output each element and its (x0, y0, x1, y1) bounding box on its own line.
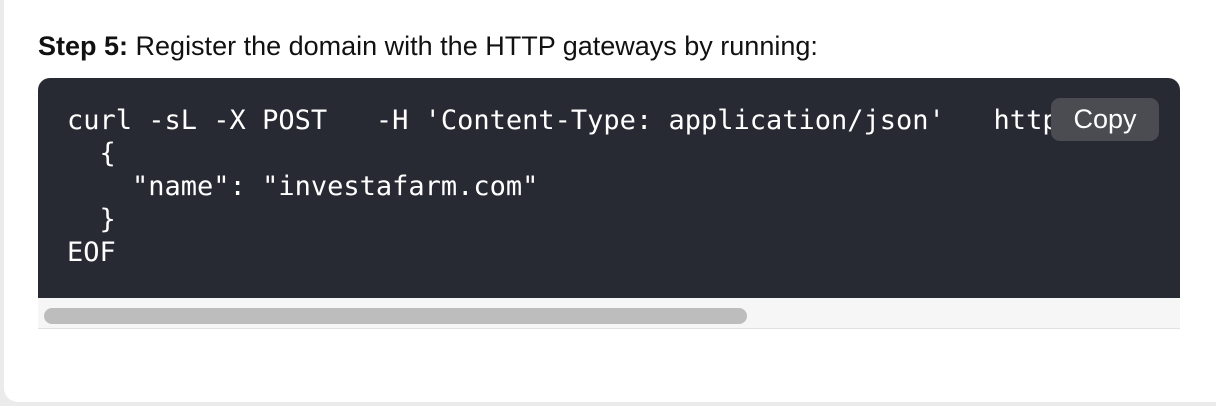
scrollbar-thumb[interactable] (44, 308, 747, 324)
copy-button[interactable]: Copy (1051, 98, 1159, 141)
step-text: Register the domain with the HTTP gatewa… (128, 31, 818, 61)
step-heading: Step 5: Register the domain with the HTT… (38, 28, 818, 64)
horizontal-scrollbar[interactable] (38, 298, 1180, 329)
code-content: curl -sL -X POST -H 'Content-Type: appli… (67, 105, 1124, 268)
code-block: curl -sL -X POST -H 'Content-Type: appli… (38, 78, 1180, 298)
step-label: Step 5: (38, 31, 129, 61)
